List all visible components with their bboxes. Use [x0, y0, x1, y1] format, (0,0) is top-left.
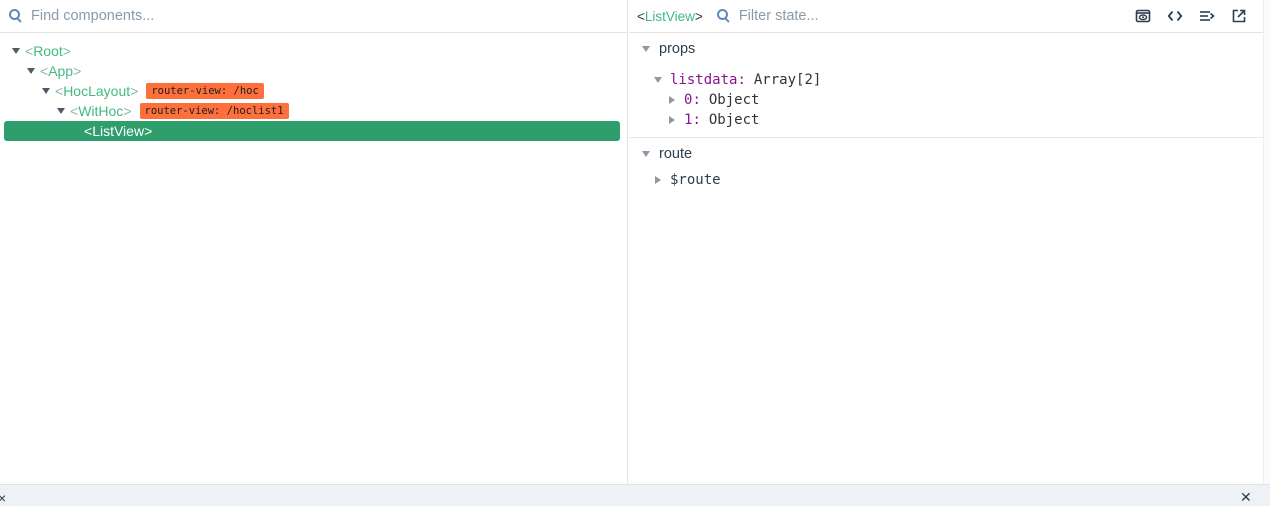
expand-arrow-icon[interactable] [669, 116, 675, 124]
state-row-route[interactable]: $route [629, 170, 1263, 190]
tree-node-label: WitHoc [78, 103, 124, 119]
scrollbar[interactable] [1263, 0, 1270, 484]
open-source-icon[interactable] [1166, 7, 1184, 25]
props-section: props listdata: Array[2] 0: Object 1: Ob… [629, 33, 1263, 138]
route-section-header[interactable]: route [629, 138, 1263, 170]
state-row-item-1[interactable]: 1: Object [629, 110, 1263, 130]
router-view-badge: router-view: /hoclist1 [139, 103, 289, 119]
component-search-input[interactable] [31, 8, 591, 24]
state-filter-input[interactable] [738, 8, 1099, 24]
tree-node-listview-selected[interactable]: < ListView > [4, 121, 620, 141]
close-icon[interactable]: ✕ [1240, 489, 1252, 505]
tree-node-label: App [48, 63, 74, 79]
component-tree-pane: <Root> <App> <HocLayout> router-view: /h… [0, 0, 628, 484]
search-icon [9, 9, 23, 23]
tree-node-root[interactable]: <Root> [12, 41, 71, 61]
search-icon [716, 9, 731, 23]
tree-node-label: HocLayout [63, 83, 131, 99]
state-row-listdata[interactable]: listdata: Array[2] [629, 70, 1263, 90]
bottom-bar: × ✕ [0, 484, 1270, 506]
tree-node-hoclayout[interactable]: <HocLayout> router-view: /hoc [42, 81, 264, 101]
expand-arrow-icon[interactable] [12, 48, 20, 54]
route-section: route $route [629, 138, 1263, 190]
close-icon[interactable]: × [0, 490, 6, 506]
inspected-component-name: <ListView> [637, 8, 703, 24]
scroll-to-component-icon[interactable] [1198, 7, 1216, 25]
state-row-item-0[interactable]: 0: Object [629, 90, 1263, 110]
expand-arrow-icon[interactable] [27, 68, 35, 74]
router-view-badge: router-view: /hoc [146, 83, 264, 99]
expand-arrow-icon[interactable] [57, 108, 65, 114]
tree-node-label: Root [33, 43, 63, 59]
expand-arrow-icon[interactable] [655, 176, 661, 184]
tree-node-withoc[interactable]: <WitHoc> router-view: /hoclist1 [57, 101, 289, 121]
component-search-bar [0, 0, 627, 33]
open-in-new-window-icon[interactable] [1230, 7, 1248, 25]
state-inspector-pane: <ListView> Filter state... props listdat… [629, 0, 1263, 484]
expand-arrow-icon[interactable] [654, 77, 662, 83]
collapse-arrow-icon[interactable] [642, 151, 650, 157]
tree-node-app[interactable]: <App> [27, 61, 81, 81]
collapse-arrow-icon[interactable] [642, 46, 650, 52]
props-section-header[interactable]: props [629, 33, 1263, 65]
inspect-dom-icon[interactable] [1134, 7, 1152, 25]
expand-arrow-icon[interactable] [42, 88, 50, 94]
tree-node-label: ListView [92, 123, 145, 139]
component-tree: <Root> <App> <HocLayout> router-view: /h… [0, 33, 627, 119]
expand-arrow-icon[interactable] [669, 96, 675, 104]
inspector-header: <ListView> [629, 0, 1263, 33]
